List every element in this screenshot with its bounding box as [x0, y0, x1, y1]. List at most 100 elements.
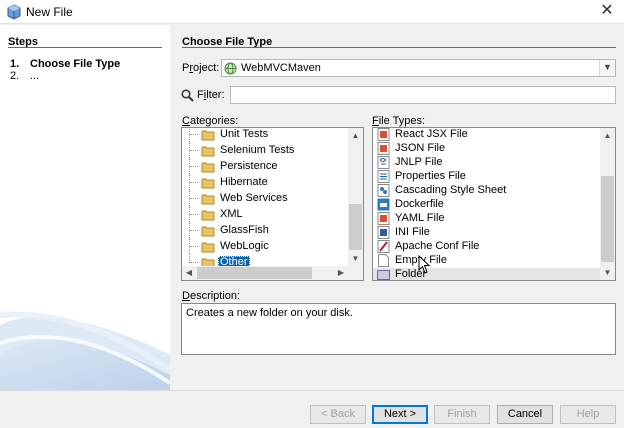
scroll-up-icon[interactable]: ▲ — [348, 128, 363, 143]
apache-feather-icon — [377, 240, 390, 253]
finish-button[interactable]: Finish — [434, 405, 490, 424]
cancel-button[interactable]: Cancel — [497, 405, 553, 424]
tree-item[interactable]: Hibernate — [182, 174, 349, 190]
folder-icon — [201, 226, 215, 237]
yaml-file-icon — [377, 212, 390, 225]
tree-item-label: WebLogic — [220, 240, 269, 252]
help-button[interactable]: Help — [560, 405, 616, 424]
list-item[interactable]: Apache Conf File — [373, 240, 601, 254]
list-item[interactable]: React JSX File — [373, 128, 601, 142]
filter-input[interactable] — [230, 86, 616, 104]
list-item-label: React JSX File — [395, 128, 468, 140]
list-item-label: INI File — [395, 226, 430, 238]
list-item-label: JSON File — [395, 142, 446, 154]
chevron-down-icon[interactable]: ▼ — [599, 60, 615, 76]
categories-vertical-scrollbar[interactable]: ▲ ▼ — [348, 128, 363, 266]
file-types-label: File Types: — [372, 115, 426, 127]
scroll-thumb[interactable] — [601, 176, 614, 262]
step-1: 1. Choose File Type — [10, 58, 120, 70]
list-item[interactable]: JNLP File — [373, 156, 601, 170]
empty-file-icon — [378, 254, 389, 267]
filter-label: Filter: — [197, 89, 225, 101]
tree-item-label: Persistence — [220, 160, 278, 172]
ini-file-icon — [377, 226, 390, 239]
scroll-left-icon[interactable]: ◀ — [182, 266, 196, 280]
step-label: Choose File Type — [30, 58, 121, 70]
tree-item[interactable]: WebLogic — [182, 238, 349, 254]
react-file-icon — [377, 128, 390, 141]
tree-item-label: XML — [220, 208, 243, 220]
step-2: 2.... — [10, 70, 39, 82]
close-icon[interactable]: ✕ — [598, 1, 616, 21]
tree-item[interactable]: Unit Tests — [182, 128, 349, 142]
title-divider — [182, 47, 616, 48]
search-icon — [181, 89, 194, 102]
jnlp-file-icon — [377, 156, 390, 169]
folder-icon — [377, 270, 390, 280]
folder-icon — [201, 146, 215, 157]
tree-item[interactable]: Persistence — [182, 158, 349, 174]
scroll-up-icon[interactable]: ▲ — [600, 128, 615, 143]
button-bar: < Back Next > Finish Cancel Help — [0, 390, 624, 428]
project-label: Project: — [182, 62, 220, 74]
list-item[interactable]: INI File — [373, 226, 601, 240]
step-label: ... — [30, 70, 40, 82]
list-item[interactable]: JSON File — [373, 142, 601, 156]
list-item-label: Apache Conf File — [395, 240, 480, 252]
project-value: WebMVCMaven — [241, 62, 321, 74]
folder-icon — [201, 130, 215, 141]
tree-item[interactable]: Selenium Tests — [182, 142, 349, 158]
folder-icon — [201, 210, 215, 221]
list-item[interactable]: Properties File — [373, 170, 601, 184]
css-file-icon — [377, 184, 390, 197]
tree-item[interactable]: Web Services — [182, 190, 349, 206]
back-button[interactable]: < Back — [310, 405, 366, 424]
main-panel: Choose File Type Project: WebMVCMaven ▼ … — [172, 25, 624, 390]
file-types-list[interactable]: React JSX File JSON File JNLP File Prope… — [372, 127, 616, 281]
list-item[interactable]: Empty File — [373, 254, 601, 268]
list-item-label: Dockerfile — [395, 198, 444, 210]
scroll-thumb[interactable] — [197, 267, 312, 279]
title-bar: New File ✕ — [0, 0, 624, 24]
categories-horizontal-scrollbar[interactable]: ◀ ▶ — [182, 266, 363, 280]
docker-icon — [377, 198, 390, 211]
folder-icon — [201, 162, 215, 173]
tree-item-label: Hibernate — [220, 176, 268, 188]
properties-file-icon — [377, 170, 390, 183]
categories-label: Categories: — [182, 115, 239, 127]
web-project-globe-icon — [224, 62, 237, 75]
list-item[interactable]: Dockerfile — [373, 198, 601, 212]
steps-panel: Steps 1. Choose File Type 2.... — [0, 25, 170, 390]
step-number: 2. — [10, 70, 20, 82]
window-title: New File — [26, 5, 73, 19]
list-item-label: JNLP File — [395, 156, 443, 168]
list-item-selected[interactable]: Folder — [373, 268, 601, 280]
description-label: Description: — [182, 290, 241, 302]
netbeans-cube-icon — [7, 4, 21, 20]
scroll-down-icon[interactable]: ▼ — [600, 265, 615, 280]
tree-item-label: Web Services — [220, 192, 288, 204]
description-box: Creates a new folder on your disk. — [181, 303, 616, 355]
list-item-label: Properties File — [395, 170, 466, 182]
project-combobox[interactable]: WebMVCMaven ▼ — [221, 59, 616, 77]
mouse-cursor-icon — [418, 255, 431, 274]
folder-icon — [201, 242, 215, 253]
step-number: 1. — [10, 58, 20, 70]
folder-icon — [201, 194, 215, 205]
next-button[interactable]: Next > — [372, 405, 428, 424]
steps-divider — [8, 47, 162, 48]
tree-item[interactable]: GlassFish — [182, 222, 349, 238]
tree-item-label: Selenium Tests — [220, 144, 295, 156]
list-item[interactable]: YAML File — [373, 212, 601, 226]
scroll-down-icon[interactable]: ▼ — [348, 251, 363, 266]
list-item[interactable]: Cascading Style Sheet — [373, 184, 601, 198]
scroll-right-icon[interactable]: ▶ — [334, 266, 348, 280]
tree-item[interactable]: XML — [182, 206, 349, 222]
scroll-thumb[interactable] — [349, 204, 362, 250]
folder-icon — [201, 178, 215, 189]
categories-tree[interactable]: Unit Tests Selenium Tests Persistence Hi… — [181, 127, 364, 281]
json-file-icon — [377, 142, 390, 155]
tree-item-label: GlassFish — [220, 224, 269, 236]
file-types-vertical-scrollbar[interactable]: ▲ ▼ — [600, 128, 615, 280]
tree-item-label: Unit Tests — [220, 128, 269, 140]
